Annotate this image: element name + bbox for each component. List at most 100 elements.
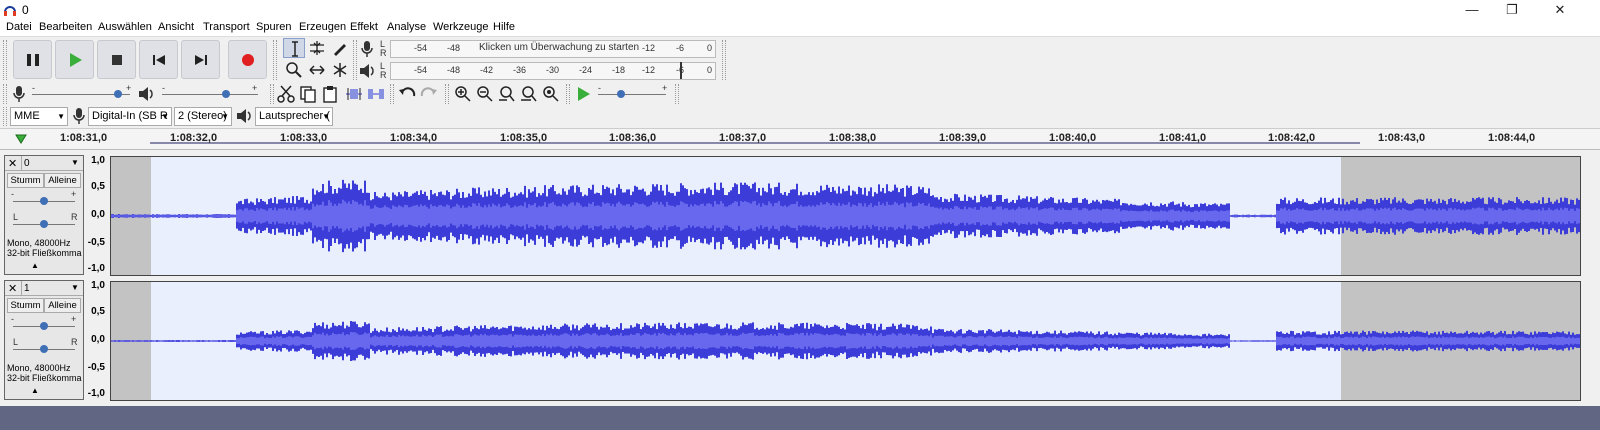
zoom-tool[interactable]	[283, 60, 305, 80]
draw-tool[interactable]	[329, 38, 351, 58]
stop-button[interactable]	[97, 40, 136, 79]
timeline-options-icon[interactable]	[14, 132, 28, 146]
play-volume-min: -	[162, 83, 165, 93]
toolbar-grip[interactable]	[3, 107, 7, 126]
gain-min-label: -	[11, 189, 14, 199]
close-track-icon[interactable]: ✕	[8, 157, 17, 170]
solo-button[interactable]: Alleine	[44, 298, 81, 313]
toolbar-grip[interactable]	[353, 40, 357, 80]
mute-button[interactable]: Stumm	[7, 298, 44, 313]
menu-spuren[interactable]: Spuren	[256, 21, 291, 33]
fit-project-icon[interactable]	[520, 85, 538, 103]
menu-auswaehlen[interactable]: Auswählen	[98, 21, 152, 33]
audio-host-select[interactable]: MME ▼	[10, 107, 68, 126]
track-control-panel[interactable]: ✕ 1 ▼ Stumm Alleine - + L R Mono, 48000H…	[4, 280, 84, 400]
close-button[interactable]: ✕	[1540, 2, 1580, 18]
rec-meter-tick: -54	[414, 43, 428, 53]
multi-tool[interactable]	[329, 60, 351, 80]
pan-right-label: R	[71, 212, 78, 222]
microphone-icon[interactable]	[360, 40, 374, 58]
toolbar-grip[interactable]	[270, 84, 274, 104]
skip-to-end-button[interactable]	[181, 40, 220, 79]
recording-volume-thumb[interactable]	[114, 90, 122, 98]
track-name-menu[interactable]: ✕ 0 ▼	[5, 156, 83, 171]
collapse-track-icon[interactable]: ▲	[31, 386, 39, 395]
gain-max-label: +	[71, 189, 77, 199]
trim-audio-icon[interactable]	[345, 85, 363, 103]
fit-selection-icon[interactable]	[498, 85, 516, 103]
rec-meter-tick: 0	[707, 43, 713, 53]
gain-slider-thumb[interactable]	[40, 197, 48, 205]
channels-select[interactable]: 2 (Stereo) ▼	[174, 107, 232, 126]
playback-volume-slider[interactable]	[162, 94, 258, 95]
pan-slider-thumb[interactable]	[40, 345, 48, 353]
track-control-panel[interactable]: ✕ 0 ▼ Stumm Alleine - + L R Mono, 48000H…	[4, 155, 84, 275]
playback-device-select[interactable]: Lautsprecher (▼	[255, 107, 333, 126]
play-button[interactable]	[55, 40, 94, 79]
record-button[interactable]	[228, 40, 267, 79]
zoom-out-icon[interactable]	[476, 85, 494, 103]
track-name-menu[interactable]: ✕ 1 ▼	[5, 281, 83, 296]
ruler-label: 1:08:36,0	[609, 132, 657, 144]
menu-analyse[interactable]: Analyse	[387, 21, 426, 33]
play-speed-slider[interactable]	[598, 94, 666, 95]
toolbar-grip[interactable]	[566, 84, 570, 104]
play-meter-r: R	[380, 70, 387, 80]
envelope-tool[interactable]	[306, 38, 328, 58]
empty-track-area[interactable]	[0, 406, 1600, 430]
scissors-icon[interactable]	[277, 85, 295, 103]
monitoring-prompt[interactable]: Klicken um Überwachung zu starten	[479, 42, 639, 53]
redo-icon[interactable]	[420, 85, 438, 103]
toolbar-grip[interactable]	[273, 40, 277, 80]
pause-button[interactable]	[13, 40, 52, 79]
menu-werkzeuge[interactable]: Werkzeuge	[433, 21, 488, 33]
play-speed-thumb[interactable]	[617, 90, 625, 98]
mute-button[interactable]: Stumm	[7, 173, 44, 188]
ruler-label: 1:08:44,0	[1488, 132, 1536, 144]
toolbar-grip[interactable]	[445, 84, 449, 104]
toolbar-grip[interactable]	[3, 40, 7, 80]
amplitude-label: 0,5	[91, 181, 105, 192]
waveform-area[interactable]	[110, 156, 1581, 276]
menu-erzeugen[interactable]: Erzeugen	[299, 21, 346, 33]
menu-datei[interactable]: Datei	[6, 21, 32, 33]
toolbar-grip[interactable]	[722, 40, 726, 80]
gain-slider-thumb[interactable]	[40, 322, 48, 330]
menu-effekt[interactable]: Effekt	[350, 21, 378, 33]
recording-device-select[interactable]: Digital-In (SB R ▼	[88, 107, 172, 126]
microphone-icon	[13, 86, 25, 102]
undo-icon[interactable]	[398, 85, 416, 103]
toolbar-grip[interactable]	[3, 84, 7, 104]
zoom-in-icon[interactable]	[454, 85, 472, 103]
silence-audio-icon[interactable]	[367, 85, 385, 103]
waveform-area[interactable]	[110, 281, 1581, 401]
zoom-toggle-icon[interactable]	[542, 85, 560, 103]
paste-icon[interactable]	[321, 85, 339, 103]
menu-transport[interactable]: Transport	[203, 21, 250, 33]
stop-icon	[112, 55, 122, 65]
solo-button[interactable]: Alleine	[44, 173, 81, 188]
copy-icon[interactable]	[299, 85, 317, 103]
speaker-icon[interactable]	[358, 62, 376, 80]
menu-hilfe[interactable]: Hilfe	[493, 21, 515, 33]
play-at-speed-icon[interactable]	[575, 85, 593, 103]
skip-to-start-button[interactable]	[139, 40, 178, 79]
menu-bearbeiten[interactable]: Bearbeiten	[39, 21, 92, 33]
playback-device-value: Lautsprecher (	[259, 110, 330, 122]
playback-volume-thumb[interactable]	[222, 90, 230, 98]
pan-slider-thumb[interactable]	[40, 220, 48, 228]
ruler-label: 1:08:41,0	[1159, 132, 1207, 144]
toolbar-grip[interactable]	[390, 84, 394, 104]
pan-left-label: L	[13, 212, 19, 222]
restore-button[interactable]: ❐	[1492, 2, 1532, 18]
play-meter-tick: -54	[414, 65, 428, 75]
audio-host-value: MME	[14, 110, 40, 122]
collapse-track-icon[interactable]: ▲	[31, 261, 39, 270]
toolbar-grip[interactable]	[675, 84, 679, 104]
minimize-button[interactable]: —	[1452, 2, 1492, 18]
close-track-icon[interactable]: ✕	[8, 282, 17, 295]
timeline-ruler[interactable]: 1:08:31,0 1:08:32,0 1:08:33,0 1:08:34,0 …	[0, 128, 1600, 150]
timeshift-tool[interactable]	[306, 60, 328, 80]
selection-tool[interactable]	[283, 38, 305, 58]
menu-ansicht[interactable]: Ansicht	[158, 21, 194, 33]
